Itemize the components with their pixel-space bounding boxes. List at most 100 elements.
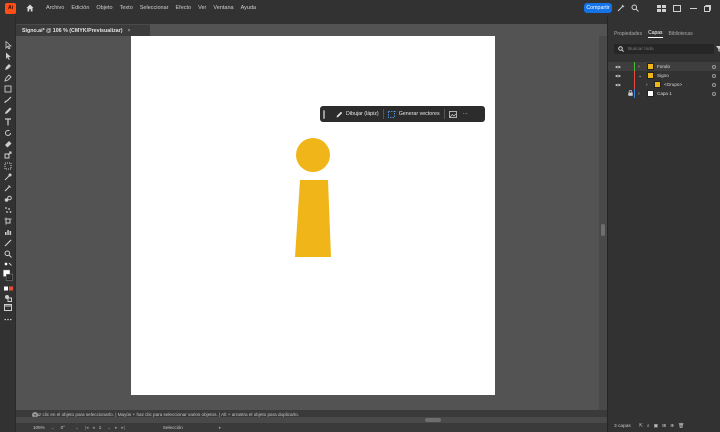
color-mode-icon[interactable]	[3, 284, 13, 293]
new-layer-icon[interactable]: ⊕	[670, 424, 674, 429]
collapse-icon[interactable]: ⌄	[638, 73, 642, 79]
sparkle-icon[interactable]	[616, 3, 626, 13]
menu-archivo[interactable]: Archivo	[46, 5, 64, 11]
rectangle-tool-icon[interactable]	[3, 84, 13, 93]
layer-target-icon[interactable]	[712, 73, 716, 78]
expand-icon[interactable]: ›	[638, 91, 640, 97]
layer-row-fondo[interactable]: › Fondo	[608, 62, 720, 71]
clipping-mask-icon[interactable]: ▣	[654, 424, 659, 429]
arrange-icon[interactable]	[672, 3, 682, 13]
menu-edicion[interactable]: Edición	[71, 5, 89, 11]
menu-ver[interactable]: Ver	[198, 5, 206, 11]
tool-mode[interactable]: Selección	[163, 425, 183, 430]
menu-texto[interactable]: Texto	[120, 5, 133, 11]
menu-ayuda[interactable]: Ayuda	[241, 5, 257, 11]
rotate-tool-icon[interactable]	[3, 128, 13, 137]
layer-name[interactable]: <Grupo>	[664, 82, 682, 87]
lock-icon[interactable]	[628, 90, 633, 97]
layer-name[interactable]: Fondo	[657, 64, 670, 69]
home-icon[interactable]	[25, 3, 35, 13]
new-sublayer-icon[interactable]: ⊞	[662, 424, 666, 429]
artboard-tool-icon[interactable]	[3, 216, 13, 225]
workspace-icon[interactable]	[656, 3, 666, 13]
minimize-icon[interactable]	[688, 3, 698, 13]
status-menu-icon[interactable]: ▸	[219, 425, 221, 431]
last-artboard-icon[interactable]: ▸|	[121, 425, 125, 431]
graph-tool-icon[interactable]	[3, 227, 13, 236]
pencil-tool-icon[interactable]	[3, 106, 13, 115]
letter-i-artwork[interactable]	[131, 36, 495, 395]
letter-i-dot[interactable]	[296, 138, 330, 172]
vertical-scroll-thumb[interactable]	[601, 224, 605, 236]
first-artboard-icon[interactable]: |◂	[85, 425, 89, 431]
layer-search-input[interactable]: Buscar todo	[614, 44, 714, 54]
rotation-angle[interactable]: 0°	[61, 425, 65, 430]
draw-mode-icon[interactable]	[3, 293, 13, 302]
eraser-tool-icon[interactable]	[3, 139, 13, 148]
direct-selection-tool-icon[interactable]	[3, 51, 13, 60]
free-transform-tool-icon[interactable]	[3, 161, 13, 170]
blend-tool-icon[interactable]	[3, 194, 13, 203]
delete-layer-icon[interactable]: 🗑	[678, 424, 684, 429]
visibility-eye-icon[interactable]	[615, 73, 621, 78]
menu-seleccionar[interactable]: Seleccionar	[140, 5, 169, 11]
layer-row-capa-1[interactable]: › Capa 1	[608, 89, 720, 98]
shape-builder-tool-icon[interactable]	[3, 172, 13, 181]
vertical-scrollbar[interactable]	[599, 36, 607, 410]
layer-row-grupo[interactable]: › <Grupo>	[608, 80, 720, 89]
zoom-level[interactable]: 106%	[33, 425, 45, 430]
layer-name[interactable]: Signo	[657, 73, 669, 78]
selection-tool-icon[interactable]	[3, 40, 13, 49]
layer-target-icon[interactable]	[712, 91, 716, 96]
tab-libraries[interactable]: Bibliotecas	[669, 31, 693, 37]
eyedropper-tool-icon[interactable]	[3, 183, 13, 192]
tab-layers[interactable]: Capas	[648, 30, 663, 38]
tab-properties[interactable]: Propiedades	[614, 31, 642, 37]
layer-target-icon[interactable]	[712, 82, 716, 87]
search-icon[interactable]	[630, 3, 640, 13]
pen-tool-icon[interactable]	[3, 62, 13, 71]
drag-handle[interactable]	[323, 109, 325, 119]
menu-ventana[interactable]: Ventana	[213, 5, 233, 11]
locate-object-icon[interactable]: ⌕	[647, 423, 650, 429]
menu-efecto[interactable]: Efecto	[176, 5, 192, 11]
artboard-dropdown-icon[interactable]: ⌄	[107, 425, 111, 431]
filter-icon[interactable]	[716, 46, 720, 54]
export-icon[interactable]: ⇱	[639, 424, 643, 429]
zoom-tool-icon[interactable]	[3, 249, 13, 258]
next-artboard-icon[interactable]: ▸	[115, 425, 117, 431]
slice-tool-icon[interactable]	[3, 238, 13, 247]
screen-mode-icon[interactable]	[3, 303, 13, 312]
zoom-dropdown-icon[interactable]: ⌄	[51, 425, 55, 431]
share-button[interactable]: Compartir	[584, 3, 612, 13]
type-tool-icon[interactable]	[3, 117, 13, 126]
app-logo[interactable]: Ai	[5, 2, 16, 14]
rotation-dropdown-icon[interactable]: ⌄	[75, 425, 79, 431]
horizontal-scroll-thumb[interactable]	[425, 418, 441, 422]
brush-tool-icon[interactable]	[3, 95, 13, 104]
curvature-tool-icon[interactable]	[3, 73, 13, 82]
layer-target-icon[interactable]	[712, 64, 716, 69]
close-tab-icon[interactable]: ×	[128, 28, 131, 34]
expand-icon[interactable]: ›	[638, 64, 640, 70]
letter-i-stem[interactable]	[295, 180, 331, 257]
more-options-button[interactable]: ···	[463, 111, 468, 117]
artboard-number[interactable]: 1	[99, 425, 102, 430]
layer-row-signo[interactable]: ⌄ Signo	[608, 71, 720, 80]
draw-pencil-button[interactable]: Dibujar (lápiz)	[336, 111, 379, 118]
symbol-sprayer-tool-icon[interactable]	[3, 205, 13, 214]
document-tab[interactable]: Signo.ai* @ 106 % (CMYK/Previsualizar) ×	[16, 24, 150, 36]
image-options-button[interactable]	[448, 110, 457, 118]
more-tools-icon[interactable]	[3, 315, 13, 324]
menu-objeto[interactable]: Objeto	[96, 5, 112, 11]
visibility-eye-icon[interactable]	[615, 82, 621, 87]
previous-artboard-icon[interactable]: ◂	[92, 425, 94, 431]
fill-stroke-swatch[interactable]	[3, 268, 13, 282]
scale-tool-icon[interactable]	[3, 150, 13, 159]
expand-icon[interactable]: ›	[646, 82, 648, 88]
restore-icon[interactable]	[702, 3, 712, 13]
generate-vectors-button[interactable]: Generar vectores	[387, 110, 440, 118]
visibility-eye-icon[interactable]	[615, 64, 621, 69]
artboard[interactable]	[131, 36, 495, 395]
layer-name[interactable]: Capa 1	[657, 91, 672, 96]
